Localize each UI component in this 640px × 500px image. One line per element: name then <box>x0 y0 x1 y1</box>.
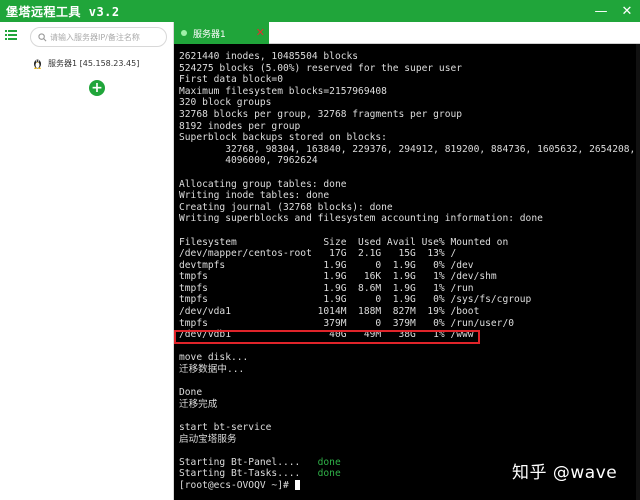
terminal-line: Maximum filesystem blocks=2157969408 <box>179 85 387 97</box>
terminal-line: move disk... <box>179 352 249 364</box>
terminal-line: start bt-service <box>179 422 272 433</box>
terminal-line: 4096000, 7962624 <box>179 155 318 167</box>
df-row: tmpfs 379M 0 379M 0% /run/user/0 <box>179 317 515 329</box>
prompt-text: [root@ecs-OVOQV ~]# <box>179 479 295 491</box>
terminal-line: 524275 blocks (5.00%) reserved for the s… <box>179 62 463 74</box>
df-row: /dev/vda1 1014M 188M 827M 19% /boot <box>179 306 480 318</box>
done-label: done <box>317 468 341 480</box>
terminal-line: 迁移完成 <box>179 398 218 410</box>
df-row: tmpfs 1.9G 0 1.9G 0% /sys/fs/cgroup <box>179 294 532 306</box>
df-row-highlighted: /dev/vdb1 40G 49M 38G 1% /www <box>179 329 474 341</box>
terminal-cursor <box>294 479 300 490</box>
server-sidebar: 服务器1 [45.158.23.45] + <box>0 22 174 500</box>
connection-status-dot <box>181 30 187 36</box>
terminal-line: 启动宝塔服务 <box>179 433 237 445</box>
terminal-line: 迁移数据中... <box>179 364 245 376</box>
tab-label: 服务器1 <box>193 29 226 40</box>
terminal-line: Superblock backups stored on blocks: <box>179 132 387 144</box>
df-row: tmpfs 1.9G 16K 1.9G 1% /dev/shm <box>179 271 497 283</box>
title-bar: 堡塔远程工具 v3.2 — ✕ <box>0 0 640 22</box>
status-text: Starting Bt-Tasks.... <box>179 468 301 480</box>
terminal-line: Done <box>179 387 203 399</box>
linux-penguin-icon <box>34 59 41 69</box>
plus-icon: + <box>91 80 103 96</box>
status-text: Starting Bt-Panel.... <box>179 456 301 468</box>
close-window-button[interactable]: ✕ <box>614 0 640 22</box>
done-label: done <box>317 456 341 468</box>
app-title: 堡塔远程工具 v3.2 <box>6 4 120 19</box>
add-server-button[interactable]: + <box>89 80 105 96</box>
terminal-output[interactable]: 2621440 inodes, 10485504 blocks 524275 b… <box>174 44 640 500</box>
watermark: 知乎 @wave <box>512 463 618 483</box>
search-input[interactable] <box>50 32 165 42</box>
search-box <box>30 27 167 47</box>
terminal-line: Writing superblocks and filesystem accou… <box>179 213 543 225</box>
server-item-label: 服务器1 [45.158.23.45] <box>48 58 140 68</box>
terminal-line: Writing inode tables: done <box>179 190 330 202</box>
tab-bar: 服务器1 ✕ <box>174 22 640 44</box>
df-row: tmpfs 1.9G 8.6M 1.9G 1% /run <box>179 282 474 294</box>
list-icon[interactable] <box>5 29 17 41</box>
search-icon <box>38 32 47 41</box>
terminal-line: 2621440 inodes, 10485504 blocks <box>179 51 359 62</box>
terminal-line: 8192 inodes per group <box>179 120 301 132</box>
terminal-scrollbar[interactable] <box>636 44 640 500</box>
tab-server-1[interactable]: 服务器1 ✕ <box>174 22 269 44</box>
df-row: devtmpfs 1.9G 0 1.9G 0% /dev <box>179 259 474 271</box>
terminal-line: 320 block groups <box>179 97 272 109</box>
server-list-item[interactable]: 服务器1 [45.158.23.45] <box>33 56 139 70</box>
df-row: /dev/mapper/centos-root 17G 2.1G 15G 13%… <box>179 248 457 260</box>
window-controls: — ✕ <box>588 0 640 22</box>
terminal-line: Allocating group tables: done <box>179 178 347 190</box>
terminal-line: First data block=0 <box>179 74 283 86</box>
terminal-line: 32768, 98304, 163840, 229376, 294912, 81… <box>179 143 636 155</box>
terminal-line: 32768 blocks per group, 32768 fragments … <box>179 108 463 120</box>
df-header-line: Filesystem Size Used Avail Use% Mounted … <box>179 236 509 248</box>
terminal-line: Creating journal (32768 blocks): done <box>179 201 393 213</box>
close-tab-icon[interactable]: ✕ <box>256 26 265 39</box>
minimize-button[interactable]: — <box>588 0 614 22</box>
